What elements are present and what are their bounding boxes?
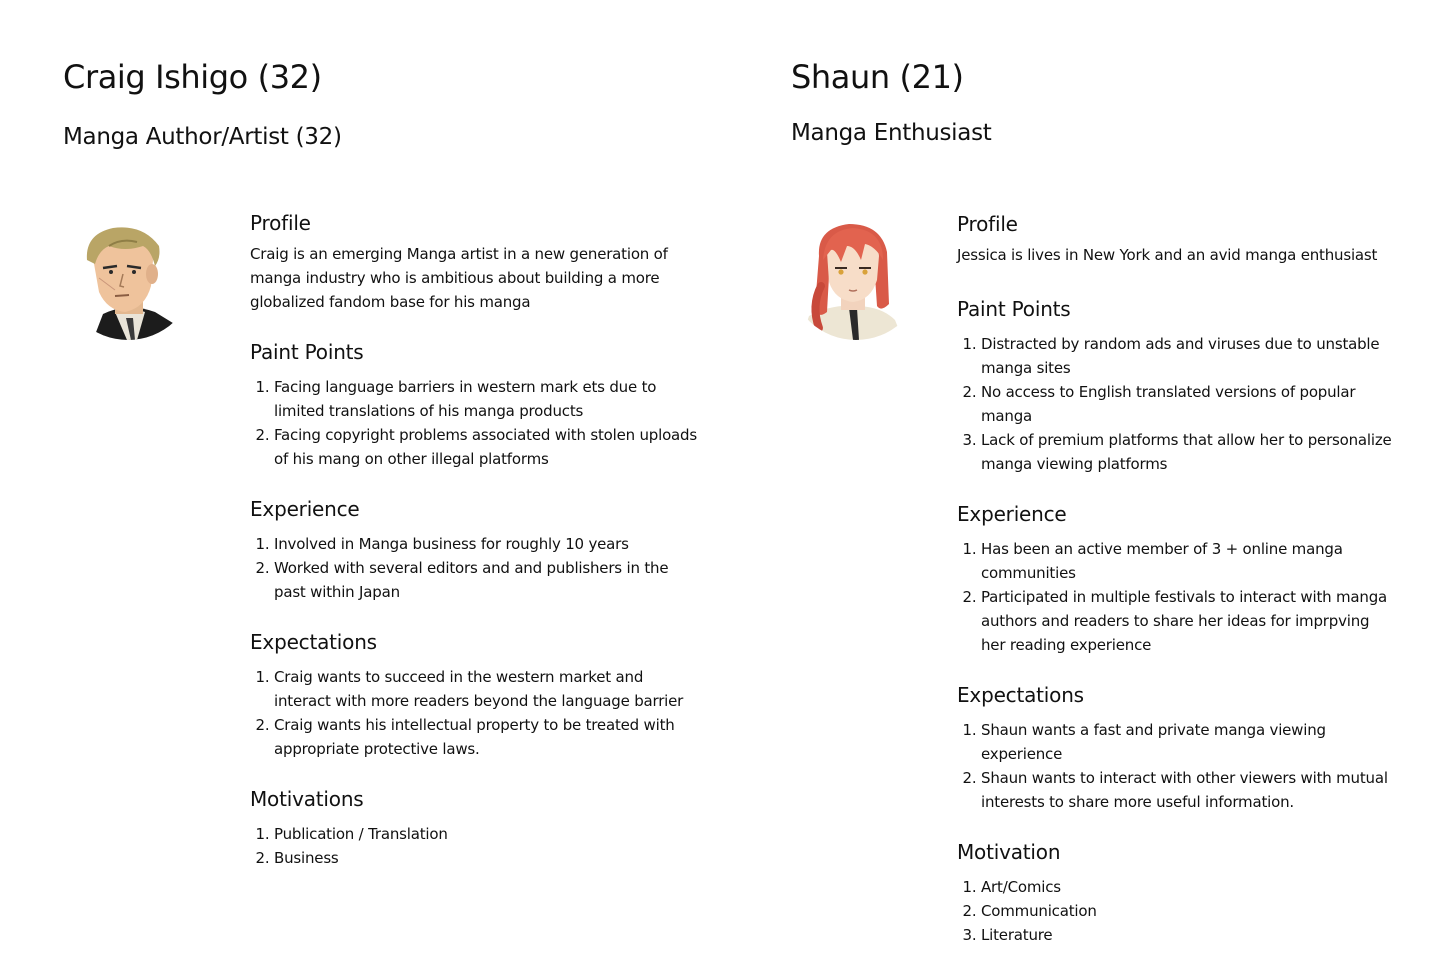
section-title: Profile [250,211,311,235]
pain-points-list: Distracted by random ads and viruses due… [957,332,1397,476]
section-title: Experience [250,497,360,521]
section-title: Expectations [250,630,377,654]
section-title: Expectations [957,683,1084,707]
motivations-section: Motivations Publication / Translation Bu… [250,787,700,870]
list-item: Craig wants his intellectual property to… [274,713,700,761]
profile-text: Craig is an emerging Manga artist in a n… [250,245,668,311]
list-item: Involved in Manga business for roughly 1… [274,532,700,556]
section-title: Paint Points [957,297,1071,321]
list-item: Shaun wants to interact with other viewe… [981,766,1397,814]
persona-role: Manga Enthusiast [791,120,992,146]
list-item: No access to English translated versions… [981,380,1397,428]
pain-points-list: Facing language barriers in western mark… [250,375,700,471]
list-item: Shaun wants a fast and private manga vie… [981,718,1397,766]
persona-details: Profile Jessica is lives in New York and… [957,212,1397,947]
list-item: Literature [981,923,1397,947]
list-item: Facing copyright problems associated wit… [274,423,700,471]
experience-list: Has been an active member of 3 + online … [957,537,1397,657]
list-item: Lack of premium platforms that allow her… [981,428,1397,476]
section-title: Paint Points [250,340,364,364]
persona-name: Craig Ishigo (32) [63,58,322,96]
expectations-section: Expectations Shaun wants a fast and priv… [957,683,1397,814]
motivations-section: Motivation Art/Comics Communication Lite… [957,840,1397,947]
persona-name: Shaun (21) [791,58,964,96]
list-item: Publication / Translation [274,822,700,846]
pain-points-section: Paint Points Distracted by random ads an… [957,297,1397,476]
section-title: Experience [957,502,1067,526]
expectations-list: Shaun wants a fast and private manga vie… [957,718,1397,814]
experience-section: Experience Has been an active member of … [957,502,1397,657]
section-title: Motivations [250,787,364,811]
list-item: Distracted by random ads and viruses due… [981,332,1397,380]
section-title: Motivation [957,840,1061,864]
expectations-section: Expectations Craig wants to succeed in t… [250,630,700,761]
experience-section: Experience Involved in Manga business fo… [250,497,700,604]
expectations-list: Craig wants to succeed in the western ma… [250,665,700,761]
list-item: Worked with several editors and and publ… [274,556,700,604]
list-item: Art/Comics [981,875,1397,899]
list-item: Has been an active member of 3 + online … [981,537,1397,585]
persona-role: Manga Author/Artist (32) [63,124,342,150]
motivations-list: Art/Comics Communication Literature [957,875,1397,947]
list-item: Business [274,846,700,870]
man-avatar-icon [63,216,193,340]
profile-section: Profile Jessica is lives in New York and… [957,212,1397,267]
list-item: Communication [981,899,1397,923]
pain-points-section: Paint Points Facing language barriers in… [250,340,700,471]
woman-avatar-icon [791,216,921,340]
experience-list: Involved in Manga business for roughly 1… [250,532,700,604]
list-item: Craig wants to succeed in the western ma… [274,665,700,713]
profile-section: Profile Craig is an emerging Manga artis… [250,211,700,314]
list-item: Participated in multiple festivals to in… [981,585,1397,657]
motivations-list: Publication / Translation Business [250,822,700,870]
section-title: Profile [957,212,1018,236]
profile-text: Jessica is lives in New York and an avid… [957,246,1378,264]
list-item: Facing language barriers in western mark… [274,375,700,423]
persona-details: Profile Craig is an emerging Manga artis… [250,211,700,870]
